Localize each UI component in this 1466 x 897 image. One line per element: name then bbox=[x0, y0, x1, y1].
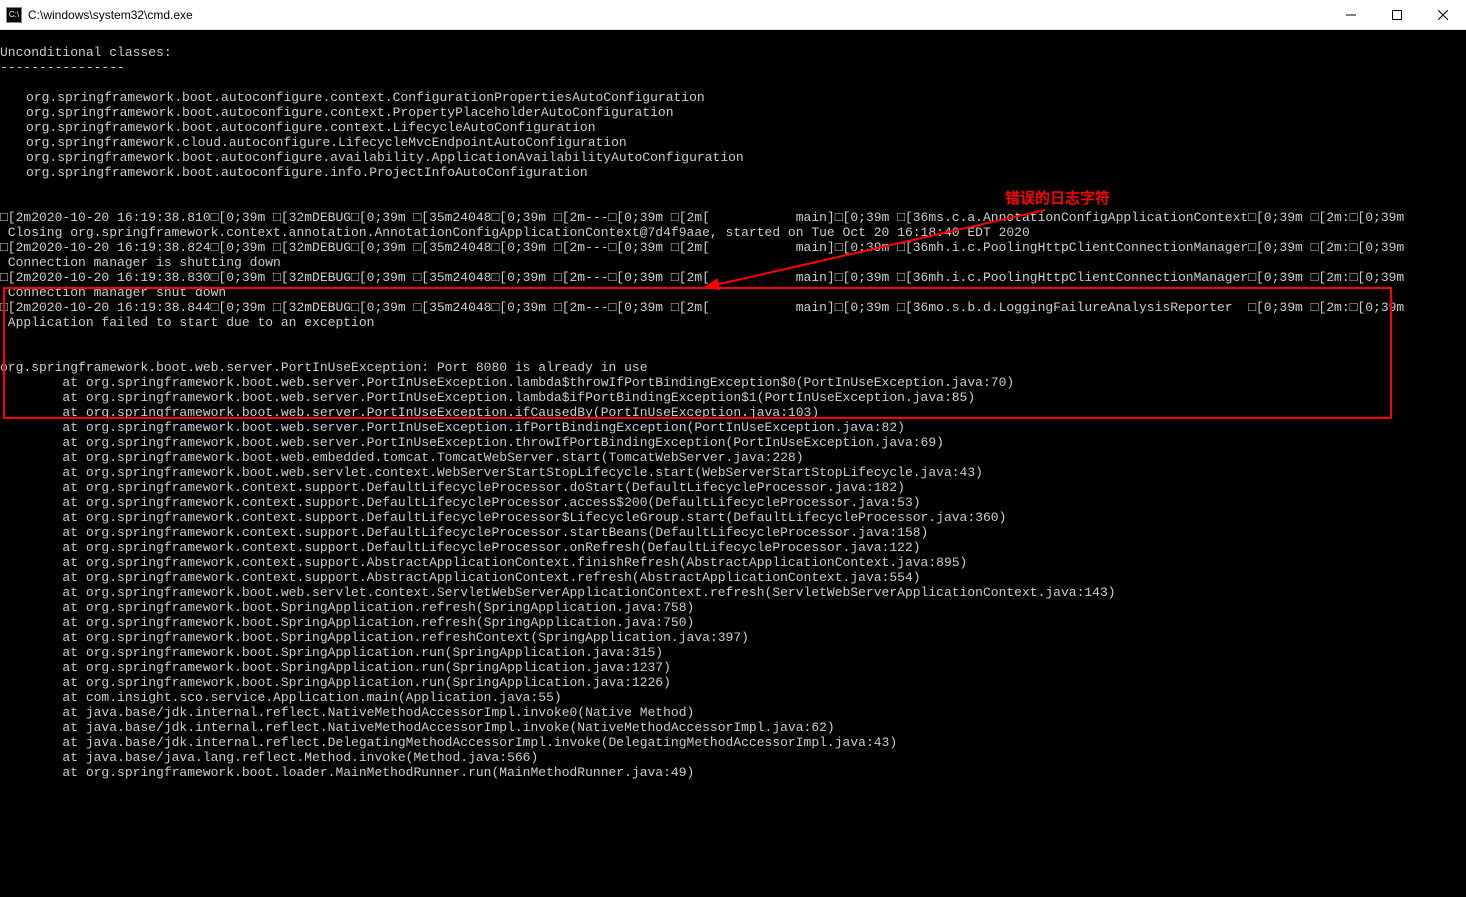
annotation-label: 错误的日志字符 bbox=[1005, 187, 1110, 208]
minimize-icon bbox=[1346, 10, 1356, 20]
stack-trace-line: at java.base/jdk.internal.reflect.Native… bbox=[0, 720, 835, 735]
maximize-button[interactable] bbox=[1374, 0, 1420, 30]
stack-trace-line: at java.base/jdk.internal.reflect.Delega… bbox=[0, 735, 897, 750]
stack-trace-line: at org.springframework.boot.web.server.P… bbox=[0, 435, 944, 450]
stack-trace-line: at java.base/java.lang.reflect.Method.in… bbox=[0, 750, 538, 765]
stack-trace-line: at org.springframework.boot.SpringApplic… bbox=[0, 660, 671, 675]
config-class-line: org.springframework.boot.autoconfigure.c… bbox=[0, 90, 1466, 105]
stack-trace-line: at java.base/jdk.internal.reflect.Native… bbox=[0, 705, 694, 720]
stack-trace-line: at org.springframework.context.support.D… bbox=[0, 525, 928, 540]
stack-trace-line: at com.insight.sco.service.Application.m… bbox=[0, 690, 562, 705]
stack-trace-line: at org.springframework.context.support.D… bbox=[0, 480, 905, 495]
stack-trace-line: at org.springframework.boot.web.server.P… bbox=[0, 405, 819, 420]
stack-trace-line: at org.springframework.boot.SpringApplic… bbox=[0, 630, 749, 645]
console-header: Unconditional classes: bbox=[0, 45, 172, 60]
minimize-button[interactable] bbox=[1328, 0, 1374, 30]
stack-trace-line: at org.springframework.boot.loader.MainM… bbox=[0, 765, 694, 780]
titlebar-left: C:\ C:\windows\system32\cmd.exe bbox=[0, 7, 193, 23]
ansi-error-block: □[2m2020-10-20 16:19:38.810□[0;39m □[32m… bbox=[0, 210, 1404, 330]
stack-trace-line: at org.springframework.context.support.D… bbox=[0, 540, 921, 555]
exception-header: org.springframework.boot.web.server.Port… bbox=[0, 360, 648, 375]
window-titlebar: C:\ C:\windows\system32\cmd.exe bbox=[0, 0, 1466, 30]
stack-trace-line: at org.springframework.context.support.A… bbox=[0, 555, 967, 570]
close-button[interactable] bbox=[1420, 0, 1466, 30]
stack-trace-line: at org.springframework.boot.SpringApplic… bbox=[0, 600, 694, 615]
maximize-icon bbox=[1392, 10, 1402, 20]
terminal-output[interactable]: Unconditional classes: ---------------- … bbox=[0, 30, 1466, 795]
stack-trace-line: at org.springframework.boot.SpringApplic… bbox=[0, 645, 663, 660]
config-class-line: org.springframework.boot.autoconfigure.c… bbox=[0, 105, 1466, 120]
stack-trace-line: at org.springframework.boot.web.server.P… bbox=[0, 375, 1014, 390]
cmd-icon: C:\ bbox=[6, 7, 22, 23]
config-class-line: org.springframework.boot.autoconfigure.c… bbox=[0, 120, 1466, 135]
stack-trace-line: at org.springframework.context.support.A… bbox=[0, 570, 921, 585]
stack-trace-line: at org.springframework.boot.web.server.P… bbox=[0, 390, 975, 405]
stack-trace-line: at org.springframework.boot.web.servlet.… bbox=[0, 465, 983, 480]
stack-trace-line: at org.springframework.boot.web.embedded… bbox=[0, 450, 804, 465]
config-class-line: org.springframework.boot.autoconfigure.i… bbox=[0, 165, 1466, 180]
stack-trace-line: at org.springframework.boot.web.server.P… bbox=[0, 420, 905, 435]
stack-trace-line: at org.springframework.boot.SpringApplic… bbox=[0, 675, 671, 690]
config-class-line: org.springframework.boot.autoconfigure.a… bbox=[0, 150, 1466, 165]
stack-trace-line: at org.springframework.context.support.D… bbox=[0, 510, 1006, 525]
stack-trace-line: at org.springframework.boot.SpringApplic… bbox=[0, 615, 694, 630]
stack-trace-line: at org.springframework.context.support.D… bbox=[0, 495, 921, 510]
close-icon bbox=[1438, 10, 1448, 20]
window-title: C:\windows\system32\cmd.exe bbox=[28, 8, 193, 22]
console-divider: ---------------- bbox=[0, 60, 125, 75]
stack-trace-line: at org.springframework.boot.web.servlet.… bbox=[0, 585, 1116, 600]
window-controls bbox=[1328, 0, 1466, 30]
config-class-line: org.springframework.cloud.autoconfigure.… bbox=[0, 135, 1466, 150]
